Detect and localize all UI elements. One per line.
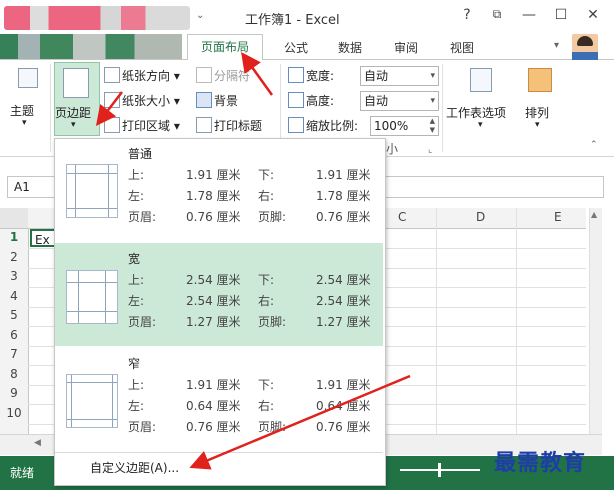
arrow-to-margins-button bbox=[95, 91, 123, 126]
arrow-to-custom-margins bbox=[189, 374, 411, 470]
arrow-to-page-layout-tab bbox=[241, 51, 274, 96]
annotation-arrows bbox=[95, 51, 411, 470]
